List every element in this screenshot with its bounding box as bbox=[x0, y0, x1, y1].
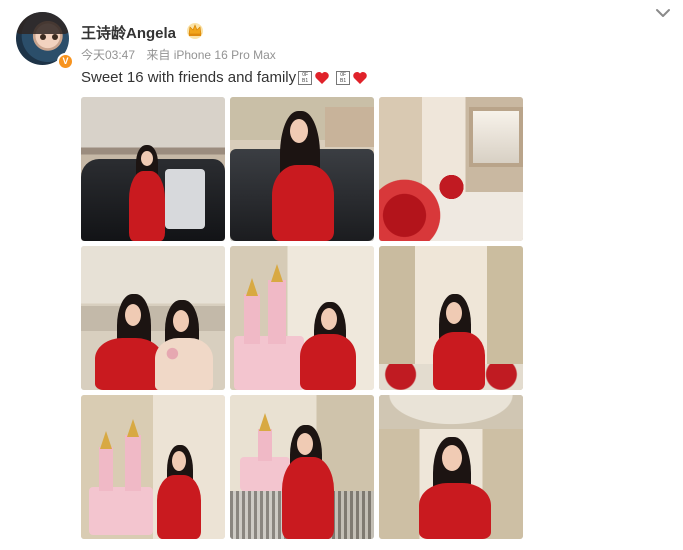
post-meta: 今天03:47 来自 iPhone 16 Pro Max bbox=[81, 46, 284, 63]
avatar-eye bbox=[52, 34, 58, 40]
post-source: 来自 iPhone 16 Pro Max bbox=[146, 48, 276, 62]
avatar-eye bbox=[40, 34, 46, 40]
avatar-hair bbox=[16, 12, 69, 34]
photo-grid bbox=[81, 97, 523, 539]
verified-icon: V bbox=[57, 53, 74, 70]
emoji-box-icon: 0F B1 bbox=[336, 70, 351, 85]
photo-two-women[interactable] bbox=[81, 246, 225, 390]
post-text: Sweet 16 with friends and family 0F B1 0F… bbox=[81, 69, 368, 86]
heart-icon bbox=[353, 71, 367, 84]
username[interactable]: 王诗龄Angela bbox=[81, 22, 176, 43]
post-time[interactable]: 今天03:47 bbox=[81, 48, 135, 62]
photo-castle-cake-pose[interactable] bbox=[230, 246, 374, 390]
post-text-content: Sweet 16 with friends and family bbox=[81, 69, 297, 86]
photo-car-wave[interactable] bbox=[230, 97, 374, 241]
emoji-box-icon: 0F B1 bbox=[298, 70, 313, 85]
photo-cake-side[interactable] bbox=[81, 395, 225, 539]
photo-dining-room[interactable] bbox=[379, 97, 523, 241]
heart-icon bbox=[315, 71, 329, 84]
chevron-down-icon[interactable] bbox=[654, 6, 672, 20]
photo-cake-front[interactable] bbox=[230, 395, 374, 539]
photo-hall-portrait[interactable] bbox=[379, 246, 523, 390]
crown-icon bbox=[187, 23, 203, 39]
photo-car-entrance[interactable] bbox=[81, 97, 225, 241]
photo-hall-smile[interactable] bbox=[379, 395, 523, 539]
